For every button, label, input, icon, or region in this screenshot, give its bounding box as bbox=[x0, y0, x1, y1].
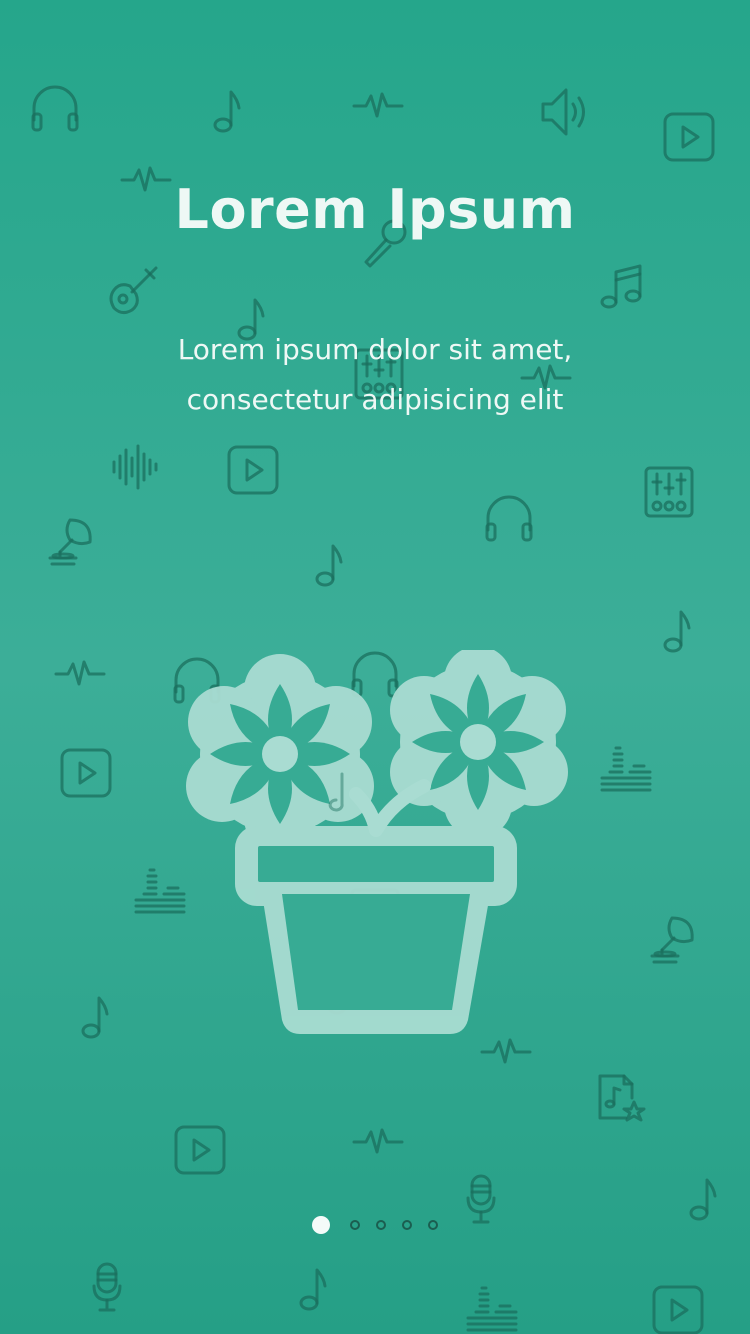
music-file-icon bbox=[598, 1074, 646, 1122]
speaker-icon bbox=[541, 88, 585, 136]
gramophone-icon bbox=[650, 916, 694, 964]
page-indicator bbox=[0, 1214, 750, 1236]
flower-pot-icon bbox=[186, 650, 568, 1034]
onboarding-description: Lorem ipsum dolor sit amet, consectetur … bbox=[177, 333, 573, 416]
equalizer-icon bbox=[600, 746, 652, 792]
play-button-icon bbox=[60, 748, 112, 798]
play-button-icon bbox=[227, 445, 279, 495]
page-dot-5[interactable] bbox=[428, 1220, 438, 1230]
waveform-icon bbox=[352, 92, 404, 118]
play-button-icon bbox=[652, 1285, 704, 1334]
onboarding-title: Lorem Ipsum bbox=[174, 178, 576, 241]
music-note-icon bbox=[663, 610, 691, 653]
double-music-note-icon bbox=[600, 264, 642, 309]
waveform-icon bbox=[54, 660, 106, 686]
equalizer-icon bbox=[466, 1286, 518, 1332]
microphone-icon bbox=[92, 1262, 122, 1312]
guitar-icon bbox=[109, 266, 158, 315]
music-note-icon bbox=[299, 1268, 327, 1311]
music-note-icon bbox=[81, 996, 109, 1039]
music-note-icon bbox=[213, 90, 241, 133]
play-button-icon bbox=[663, 112, 715, 162]
sound-wave-icon bbox=[112, 444, 158, 490]
music-note-icon bbox=[315, 544, 343, 587]
page-dot-1[interactable] bbox=[312, 1216, 330, 1234]
mixer-icon bbox=[644, 466, 694, 518]
page-dot-3[interactable] bbox=[376, 1220, 386, 1230]
page-dot-2[interactable] bbox=[350, 1220, 360, 1230]
equalizer-icon bbox=[134, 868, 186, 914]
play-button-icon bbox=[174, 1125, 226, 1175]
headphones-icon bbox=[485, 495, 533, 542]
gramophone-icon bbox=[48, 518, 92, 566]
page-dot-4[interactable] bbox=[402, 1220, 412, 1230]
waveform-icon bbox=[352, 1128, 404, 1154]
onboarding-screen: Lorem Ipsum Lorem ipsum dolor sit amet, … bbox=[0, 0, 750, 1334]
headphones-icon bbox=[31, 85, 79, 132]
